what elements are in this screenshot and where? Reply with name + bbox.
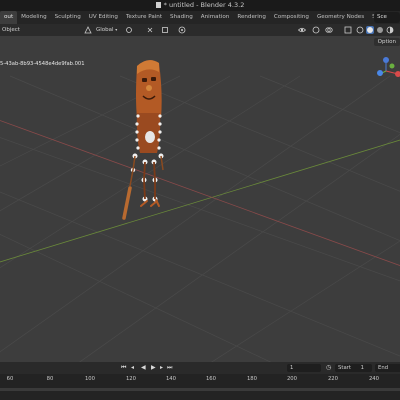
timeline-header: ⏮ ◂ ◀ ▶ ▸ ⏭ 1 ◷ Start 1 End <box>0 362 400 374</box>
window-title: * untitled - Blender 4.3.2 <box>163 1 245 9</box>
snap-icon[interactable] <box>146 26 154 34</box>
solid-shading-icon[interactable] <box>366 26 374 34</box>
play-icon[interactable]: ▶ <box>151 364 156 372</box>
start-frame-field[interactable]: Start 1 <box>335 364 372 372</box>
tick-label: 120 <box>125 376 137 382</box>
pivot-icon[interactable] <box>125 26 133 34</box>
timeline-scrollbar[interactable] <box>0 388 400 391</box>
timeline-ruler[interactable]: 60 80 100 120 140 160 180 200 220 240 <box>0 374 400 400</box>
clock-icon[interactable]: ◷ <box>326 364 331 372</box>
x-axis-line <box>0 120 400 267</box>
viewport-grid <box>0 75 400 362</box>
active-object-name: 5-43ab-8b93-4548e4de9fab.001 <box>0 61 85 67</box>
character-model[interactable] <box>115 58 175 228</box>
tab-sculpting[interactable]: Sculpting <box>51 11 85 24</box>
snap-target-icon[interactable] <box>161 26 169 34</box>
tab-layout[interactable]: out <box>0 11 18 24</box>
x-axis-handle[interactable] <box>395 71 400 77</box>
tick-label: 100 <box>84 376 96 382</box>
z-axis-handle[interactable] <box>383 57 389 63</box>
orientation-label: Global <box>96 27 114 33</box>
scene-selector[interactable]: Sce <box>374 12 400 23</box>
wireframe-shading-icon[interactable] <box>356 26 364 34</box>
overlays-icon[interactable] <box>325 26 333 34</box>
tick-label: 240 <box>368 376 380 382</box>
y-axis-handle[interactable] <box>389 63 395 69</box>
tick-label: 200 <box>286 376 298 382</box>
current-frame-field[interactable]: 1 <box>287 364 321 372</box>
play-reverse-icon[interactable]: ◀ <box>141 364 146 372</box>
material-shading-icon[interactable] <box>376 26 384 34</box>
tick-label: 220 <box>327 376 339 382</box>
3d-viewport[interactable]: 5-43ab-8b93-4548e4de9fab.001 Option <box>0 36 400 362</box>
proportional-edit-icon[interactable] <box>178 26 186 34</box>
rendered-shading-icon[interactable] <box>386 26 394 34</box>
jump-end-icon[interactable]: ⏭ <box>167 364 172 372</box>
tick-label: 140 <box>165 376 177 382</box>
transform-orientation-icon <box>84 26 92 34</box>
tab-rendering[interactable]: Rendering <box>233 11 270 24</box>
tab-uv-editing[interactable]: UV Editing <box>85 11 122 24</box>
end-label: End <box>378 365 389 371</box>
title-bar: * untitled - Blender 4.3.2 <box>0 0 400 11</box>
tick-label: 60 <box>6 376 14 382</box>
workspace-tab-bar: out Modeling Sculpting UV Editing Textur… <box>0 11 400 24</box>
tick-label: 80 <box>46 376 54 382</box>
tab-geometry-nodes[interactable]: Geometry Nodes <box>313 11 368 24</box>
tab-compositing[interactable]: Compositing <box>270 11 313 24</box>
current-frame-value: 1 <box>290 365 294 371</box>
options-label: Option <box>377 39 396 45</box>
neg-y-axis-handle[interactable] <box>377 70 383 76</box>
mode-dropdown[interactable]: Object <box>0 25 23 35</box>
tick-label: 180 <box>246 376 258 382</box>
tick-label: 160 <box>205 376 217 382</box>
orientation-dropdown[interactable]: Global ▾ <box>93 25 120 35</box>
tab-modeling[interactable]: Modeling <box>17 11 50 24</box>
scene-label: Sce <box>377 14 387 20</box>
xray-toggle-icon[interactable] <box>344 26 352 34</box>
start-label: Start <box>338 365 351 371</box>
mode-label: Object <box>2 27 20 33</box>
next-keyframe-icon[interactable]: ▸ <box>160 364 163 372</box>
prev-keyframe-icon[interactable]: ◂ <box>131 364 134 372</box>
navigation-gizmo[interactable] <box>372 56 400 86</box>
tab-texture-paint[interactable]: Texture Paint <box>122 11 166 24</box>
jump-start-icon[interactable]: ⏮ <box>121 364 126 372</box>
viewport-header: Object Global ▾ <box>0 24 400 36</box>
start-value: 1 <box>360 365 364 371</box>
options-button[interactable]: Option <box>373 38 400 46</box>
end-frame-field[interactable]: End <box>375 364 400 372</box>
visibility-icon[interactable] <box>297 26 307 34</box>
tab-animation[interactable]: Animation <box>197 11 234 24</box>
gizmo-icon[interactable] <box>312 26 320 34</box>
chevron-down-icon: ▾ <box>115 27 118 32</box>
document-icon <box>155 2 161 8</box>
tab-shading[interactable]: Shading <box>166 11 197 24</box>
